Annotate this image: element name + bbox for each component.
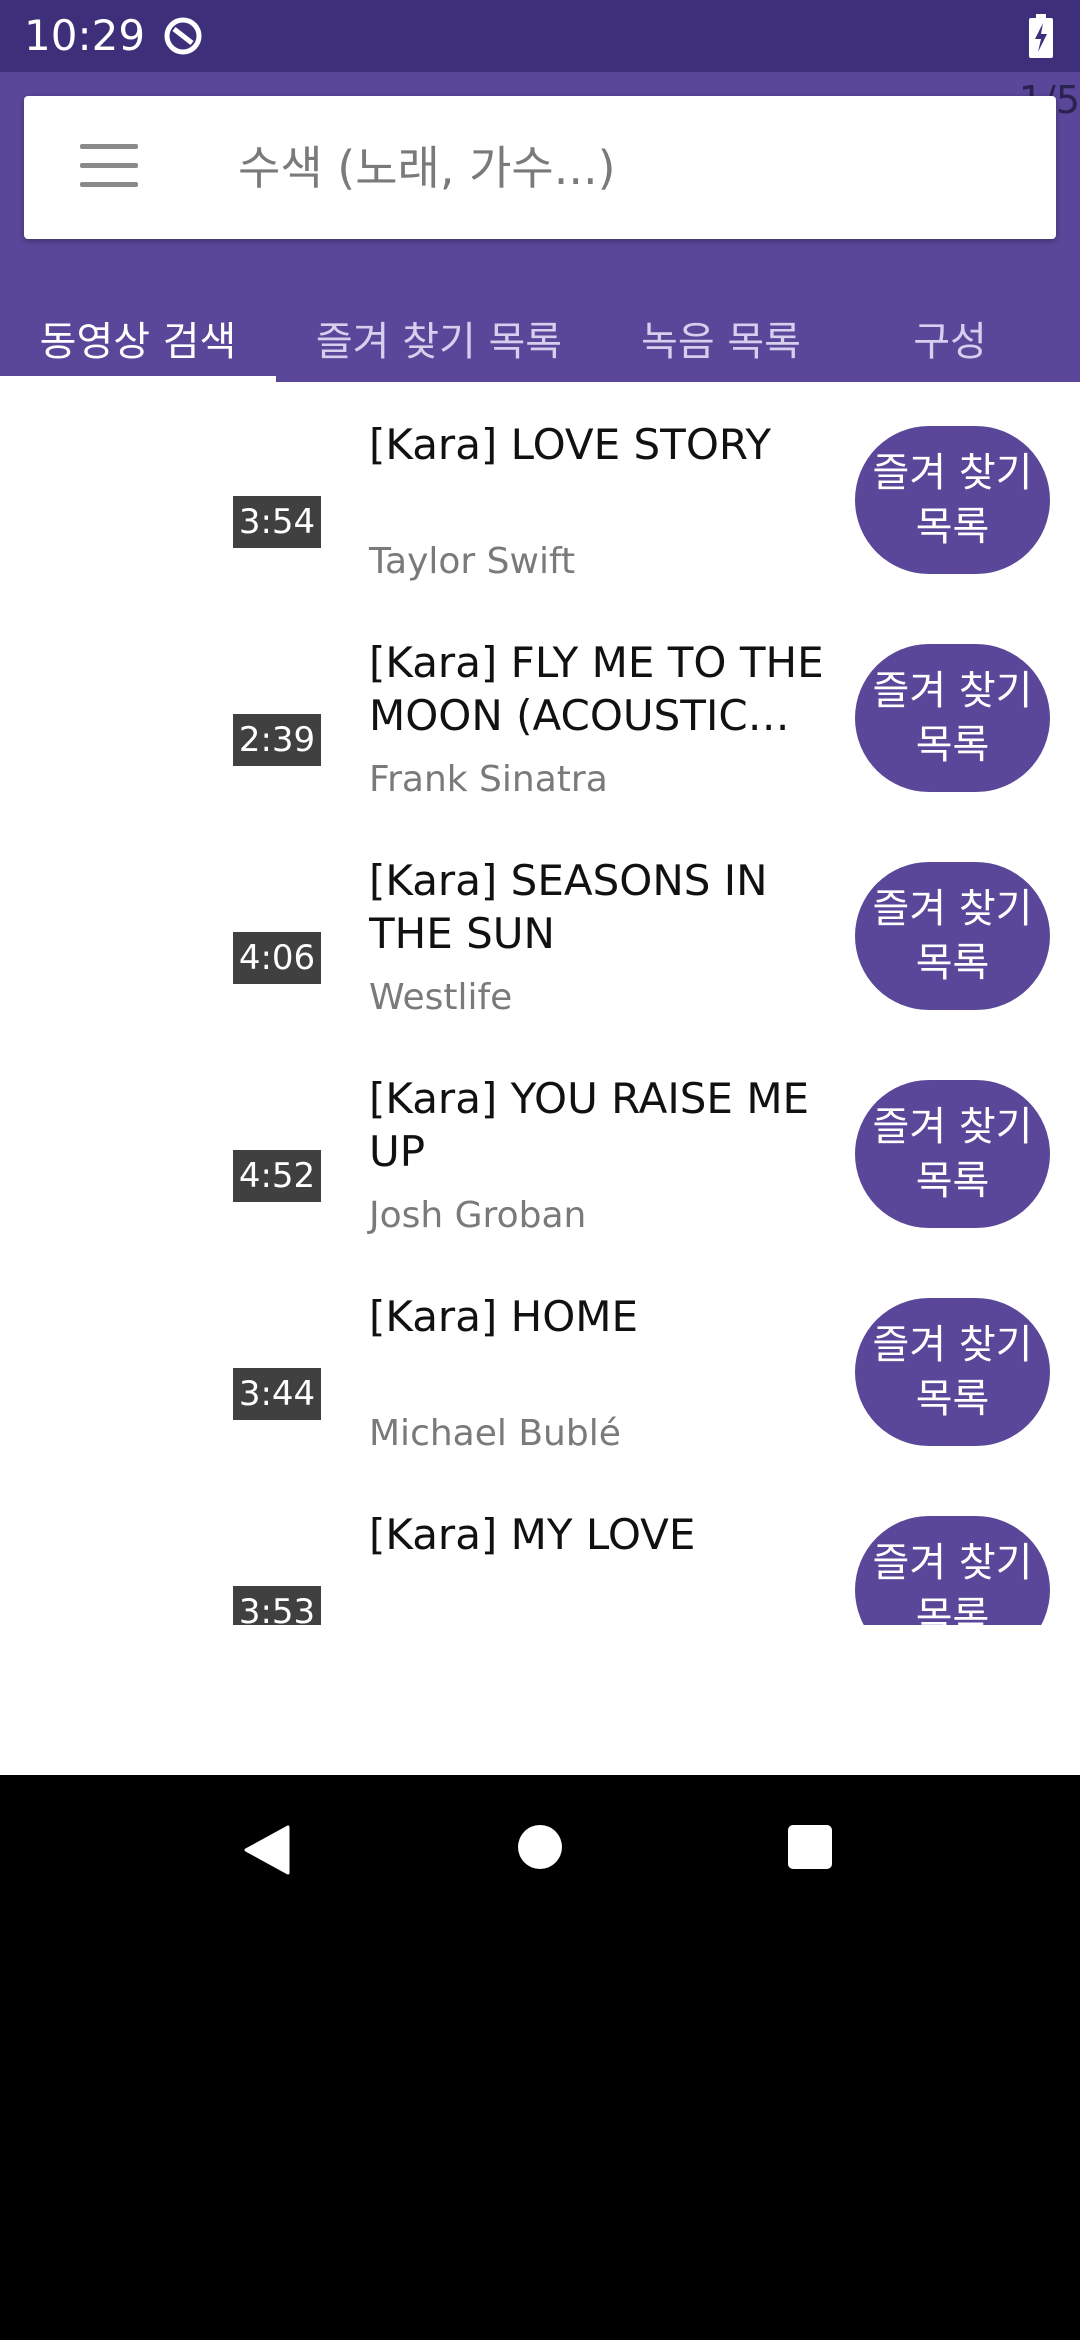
duration-badge: 2:39 xyxy=(233,714,321,766)
song-title[interactable]: [Kara] HOME xyxy=(369,1290,859,1343)
duration-badge: 3:54 xyxy=(233,496,321,548)
search-input[interactable] xyxy=(214,120,1062,215)
song-artist: Frank Sinatra xyxy=(369,759,608,800)
battery-charging-icon xyxy=(1029,14,1053,58)
list-item[interactable]: 3:53 [Kara] MY LOVE 즐겨 찾기 목록 xyxy=(0,1472,1080,1625)
app-bar: 1/5 동영상 검색 즐겨 찾기 목록 녹음 목록 구성 xyxy=(0,72,1080,382)
tab-bar: 동영상 검색 즐겨 찾기 목록 녹음 목록 구성 xyxy=(0,302,1080,382)
home-icon[interactable] xyxy=(518,1825,562,1869)
song-title[interactable]: [Kara] SEASONS IN THE SUN xyxy=(369,854,859,960)
add-favorite-button[interactable]: 즐겨 찾기 목록 xyxy=(855,1298,1050,1446)
add-favorite-button[interactable]: 즐겨 찾기 목록 xyxy=(855,1516,1050,1625)
app-screen: 10:29 1/5 동영상 검색 즐겨 찾기 목록 녹음 목록 구성 xyxy=(0,0,1080,1775)
add-favorite-button[interactable]: 즐겨 찾기 목록 xyxy=(855,862,1050,1010)
song-artist: Taylor Swift xyxy=(369,541,576,582)
add-favorite-button[interactable]: 즐겨 찾기 목록 xyxy=(855,426,1050,574)
list-item[interactable]: 3:44 [Kara] HOME Michael Bublé 즐겨 찾기 목록 xyxy=(0,1254,1080,1472)
tab-video-search[interactable]: 동영상 검색 xyxy=(0,302,276,382)
duration-badge: 3:44 xyxy=(233,1368,321,1420)
video-thumbnail[interactable]: 3:54 xyxy=(0,402,330,572)
recent-apps-icon[interactable] xyxy=(788,1825,832,1869)
back-icon[interactable] xyxy=(244,1825,290,1875)
duration-badge: 3:53 xyxy=(233,1586,321,1625)
app-notification-icon xyxy=(164,17,202,55)
duration-badge: 4:06 xyxy=(233,932,321,984)
tab-favorites[interactable]: 즐겨 찾기 목록 xyxy=(296,302,582,382)
song-title[interactable]: [Kara] LOVE STORY xyxy=(369,418,859,471)
song-list[interactable]: 3:54 [Kara] LOVE STORY Taylor Swift 즐겨 찾… xyxy=(0,382,1080,1625)
menu-icon[interactable] xyxy=(80,144,138,188)
status-time: 10:29 xyxy=(24,11,146,60)
add-favorite-button[interactable]: 즐겨 찾기 목록 xyxy=(855,644,1050,792)
search-bar[interactable] xyxy=(24,96,1062,239)
song-title[interactable]: [Kara] FLY ME TO THE MOON (ACOUSTIC GUIT… xyxy=(369,636,859,742)
song-artist: Josh Groban xyxy=(369,1195,587,1236)
video-thumbnail[interactable]: 2:39 xyxy=(0,620,330,790)
list-item[interactable]: 4:06 [Kara] SEASONS IN THE SUN Westlife … xyxy=(0,818,1080,1036)
video-thumbnail[interactable]: 4:06 xyxy=(0,838,330,1008)
navigation-bar xyxy=(0,1775,1080,1920)
duration-badge: 4:52 xyxy=(233,1150,321,1202)
song-artist: Michael Bublé xyxy=(369,1413,621,1454)
list-item[interactable]: 2:39 [Kara] FLY ME TO THE MOON (ACOUSTIC… xyxy=(0,600,1080,818)
list-item[interactable]: 3:54 [Kara] LOVE STORY Taylor Swift 즐겨 찾… xyxy=(0,382,1080,600)
song-title[interactable]: [Kara] YOU RAISE ME UP xyxy=(369,1072,859,1178)
song-title[interactable]: [Kara] MY LOVE xyxy=(369,1508,859,1561)
video-thumbnail[interactable]: 3:53 xyxy=(0,1492,330,1625)
tab-recordings[interactable]: 녹음 목록 xyxy=(610,302,832,382)
list-item[interactable]: 4:52 [Kara] YOU RAISE ME UP Josh Groban … xyxy=(0,1036,1080,1254)
video-thumbnail[interactable]: 3:44 xyxy=(0,1274,330,1444)
tab-settings[interactable]: 구성 xyxy=(870,302,1030,382)
add-favorite-button[interactable]: 즐겨 찾기 목록 xyxy=(855,1080,1050,1228)
song-artist: Westlife xyxy=(369,977,513,1018)
status-bar: 10:29 xyxy=(0,0,1080,72)
video-thumbnail[interactable]: 4:52 xyxy=(0,1056,330,1226)
